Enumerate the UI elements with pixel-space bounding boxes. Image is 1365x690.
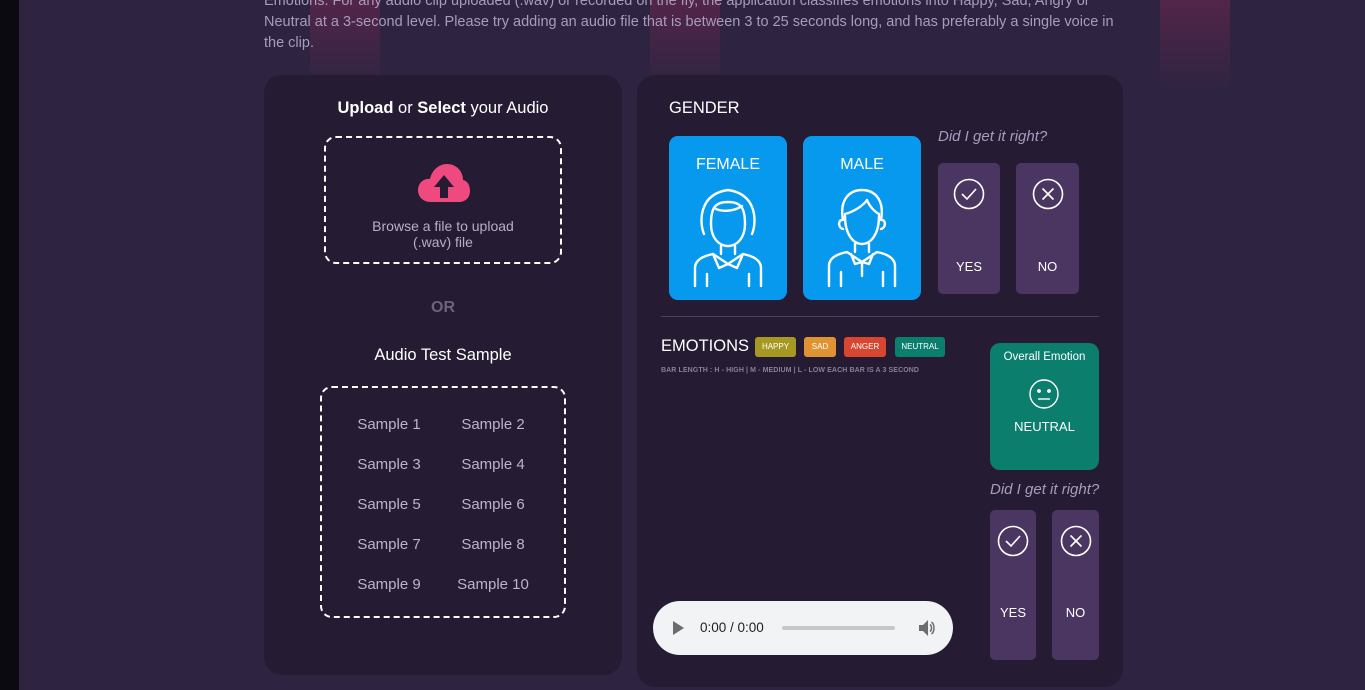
sample-item[interactable]: Sample 5 [334,496,444,513]
upload-title-rest: your Audio [465,99,549,117]
audio-progress-bar[interactable] [782,626,895,630]
sample-item[interactable]: Sample 10 [438,576,548,593]
or-separator: OR [431,299,455,316]
upload-title-or-word: or [393,99,418,117]
male-avatar-icon [827,188,897,288]
upload-title-select-word: Select [417,99,466,117]
x-circle-icon [1032,178,1063,210]
sample-item[interactable]: Sample 2 [438,416,548,433]
male-card[interactable]: MALE [803,136,921,300]
volume-icon [919,620,935,636]
sample-list: Sample 1 Sample 2 Sample 3 Sample 4 Samp… [320,386,566,618]
audio-test-sample-title: Audio Test Sample [374,346,512,364]
upload-title-upload-word: Upload [337,99,394,117]
cloud-upload-icon [418,164,470,202]
legend-happy: HAPPY [755,337,796,357]
play-icon[interactable] [673,621,684,635]
sample-item[interactable]: Sample 8 [438,536,548,553]
gender-no-label: NO [1037,259,1058,274]
emotions-label: EMOTIONS [661,337,750,355]
left-edge-strip [0,0,19,690]
check-circle-icon [953,178,985,210]
emotion-yes-label: YES [999,605,1026,620]
legend-sad: SAD [804,337,836,357]
emotion-no-label: NO [1065,605,1086,620]
intro-text: Emotions. For any audio clip uploaded (.… [264,0,1114,51]
check-circle-icon [997,525,1029,557]
sample-item[interactable]: Sample 6 [438,496,548,513]
gender-feedback-question: Did I get it right? [938,128,1048,145]
browse-file-text: Browse a file to upload (.wav) file [326,218,560,250]
sample-item[interactable]: Sample 3 [334,456,444,473]
female-card[interactable]: FEMALE [669,136,787,300]
sample-item[interactable]: Sample 1 [334,416,444,433]
audio-player: 0:00 / 0:00 [653,601,953,655]
legend-anger: ANGER [844,337,886,357]
gender-label: GENDER [669,99,740,117]
background-glow [1160,0,1230,90]
gender-no-button[interactable]: NO [1016,163,1079,294]
neutral-face-icon [1029,379,1059,409]
audio-time: 0:00 / 0:00 [700,620,764,635]
section-divider [661,316,1099,317]
browse-file-text-line1: Browse a file to upload [372,218,514,234]
male-label: MALE [840,156,884,173]
overall-emotion-title: Overall Emotion [1003,351,1086,363]
sample-item[interactable]: Sample 7 [334,536,444,553]
sample-item[interactable]: Sample 4 [438,456,548,473]
upload-panel: Upload or Select your Audio Browse a fil… [264,75,622,675]
gender-yes-label: YES [955,259,982,274]
bar-length-note: BAR LENGTH : H - HIGH | M - MEDIUM | L -… [661,367,920,374]
x-circle-icon [1060,525,1091,557]
gender-yes-button[interactable]: YES [938,163,1000,294]
results-panel: GENDER FEMALE MALE Did I get it right? Y… [637,75,1123,687]
file-upload-dropzone[interactable]: Browse a file to upload (.wav) file [324,136,562,264]
overall-emotion-value: NEUTRAL [1014,419,1075,434]
upload-title: Upload or Select your Audio [264,99,622,118]
emotion-yes-button[interactable]: YES [990,510,1036,660]
browse-file-text-line2: (.wav) file [413,234,473,250]
emotion-feedback-question: Did I get it right? [990,481,1100,498]
emotion-no-button[interactable]: NO [1052,510,1099,660]
female-avatar-icon [693,188,763,288]
female-label: FEMALE [695,156,760,173]
sample-item[interactable]: Sample 9 [334,576,444,593]
legend-neutral: NEUTRAL [895,337,945,357]
overall-emotion-card: Overall Emotion NEUTRAL [990,343,1099,470]
